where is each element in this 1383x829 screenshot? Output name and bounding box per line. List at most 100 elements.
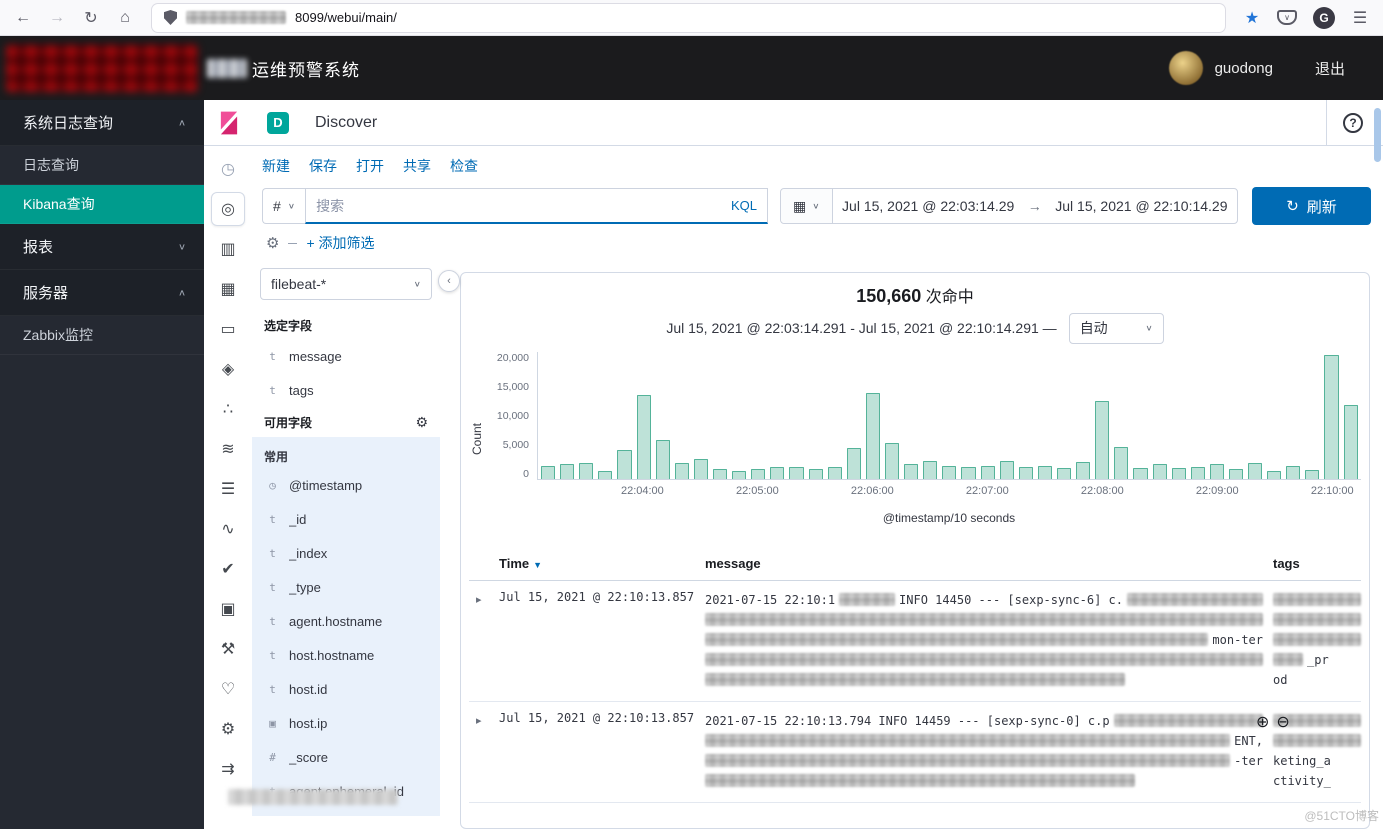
query-field-menu[interactable]: # ∨ <box>262 188 305 224</box>
histogram-bar[interactable] <box>942 466 956 479</box>
histogram-bar[interactable] <box>770 467 784 479</box>
histogram-bar[interactable] <box>1038 466 1052 479</box>
histogram-bar[interactable] <box>675 463 689 480</box>
histogram-bar[interactable] <box>828 467 842 479</box>
tags-column-header[interactable]: tags <box>1273 556 1361 571</box>
histogram-bar[interactable] <box>1095 401 1109 479</box>
menu-new[interactable]: 新建 <box>262 156 290 176</box>
histogram-bar[interactable] <box>809 469 823 479</box>
url-bar[interactable]: 8099/webui/main/ <box>152 4 1225 32</box>
menu-share[interactable]: 共享 <box>403 156 431 176</box>
back-icon[interactable]: ← <box>6 9 40 27</box>
menu-hamburger-icon[interactable]: ☰ <box>1343 8 1377 28</box>
home-icon[interactable]: ⌂ <box>108 9 142 27</box>
uptime-icon[interactable]: ✔ <box>211 552 245 586</box>
sidebar-item-kibana-query[interactable]: Kibana查询 <box>0 185 204 224</box>
histogram-bar[interactable] <box>1076 462 1090 479</box>
histogram-bar[interactable] <box>637 395 651 479</box>
maps-icon[interactable]: ◈ <box>211 352 245 386</box>
logs-icon[interactable]: ☰ <box>211 472 245 506</box>
profile-avatar[interactable]: G <box>1313 7 1335 29</box>
zoom-out-icon[interactable]: ⊖ <box>1276 712 1289 732</box>
histogram-bar[interactable] <box>961 467 975 479</box>
field-item-host.hostname[interactable]: thost.hostname <box>252 638 440 672</box>
histogram-bar[interactable] <box>579 463 593 479</box>
refresh-button[interactable]: ↻ 刷新 <box>1252 187 1371 225</box>
histogram-bar[interactable] <box>1344 405 1358 479</box>
histogram-bar[interactable] <box>1248 463 1262 479</box>
metrics-icon[interactable]: ≋ <box>211 432 245 466</box>
collapse-sidebar-button[interactable]: ‹ <box>438 270 460 292</box>
field-settings-gear-icon[interactable]: ⚙ <box>415 414 428 431</box>
security-icon[interactable]: ▣ <box>211 592 245 626</box>
field-item-host.ip[interactable]: ▣host.ip <box>252 706 440 740</box>
histogram-bar[interactable] <box>923 461 937 479</box>
expand-row-icon[interactable]: ▸ <box>469 715 482 727</box>
date-menu-button[interactable]: ▦ ∨ <box>781 189 833 223</box>
histogram-bar[interactable] <box>1210 464 1224 479</box>
histogram-bar[interactable] <box>981 466 995 479</box>
machine-learning-icon[interactable]: ∴ <box>211 392 245 426</box>
sidebar-item-zabbix-monitor[interactable]: Zabbix监控 <box>0 316 204 355</box>
field-item-_type[interactable]: t_type <box>252 570 440 604</box>
histogram-bar[interactable] <box>1057 468 1071 479</box>
time-from[interactable]: Jul 15, 2021 @ 22:03:14.29 <box>833 198 1024 214</box>
recent-icon[interactable]: ◷ <box>211 152 245 186</box>
histogram-bar[interactable] <box>1133 468 1147 479</box>
filter-settings-gear-icon[interactable]: ⚙ <box>266 234 279 252</box>
time-to[interactable]: Jul 15, 2021 @ 22:10:14.29 <box>1046 198 1237 214</box>
dashboard-icon[interactable]: ▦ <box>211 272 245 306</box>
index-pattern-select[interactable]: filebeat-* ∨ <box>260 268 432 300</box>
histogram-bar[interactable] <box>1172 468 1186 479</box>
search-input[interactable] <box>316 198 723 214</box>
histogram-bar[interactable] <box>694 459 708 479</box>
bookmark-star-icon[interactable]: ★ <box>1235 8 1269 28</box>
shield-icon[interactable] <box>164 10 177 25</box>
field-item-_score[interactable]: #_score <box>252 740 440 774</box>
logout-link[interactable]: 退出 <box>1315 58 1345 79</box>
histogram-bar[interactable] <box>1000 461 1014 479</box>
menu-inspect[interactable]: 检查 <box>450 156 478 176</box>
sidebar-item-system-log-query[interactable]: 系统日志查询∧ <box>0 100 204 146</box>
add-filter-link[interactable]: + 添加筛选 <box>306 233 374 253</box>
kibana-logo[interactable] <box>216 110 242 136</box>
reload-icon[interactable]: ↻ <box>74 8 108 28</box>
collapse-nav-icon[interactable]: ⇉ <box>211 752 245 786</box>
field-item-tags[interactable]: ttags <box>252 373 440 407</box>
histogram-bar[interactable] <box>541 466 555 479</box>
field-item-message[interactable]: tmessage <box>252 339 440 373</box>
discover-icon[interactable]: ◎ <box>211 192 245 226</box>
histogram-bar[interactable] <box>1305 470 1319 479</box>
message-column-header[interactable]: message <box>705 556 1273 571</box>
histogram-bar[interactable] <box>1229 469 1243 479</box>
menu-open[interactable]: 打开 <box>356 156 384 176</box>
zoom-in-icon[interactable]: ⊕ <box>1256 712 1269 732</box>
histogram-bar[interactable] <box>1286 466 1300 479</box>
interval-select[interactable]: 自动 ∨ <box>1069 313 1164 344</box>
field-item-agent.hostname[interactable]: tagent.hostname <box>252 604 440 638</box>
histogram-bar[interactable] <box>617 450 631 479</box>
histogram-bar[interactable] <box>598 471 612 479</box>
monitoring-icon[interactable]: ♡ <box>211 672 245 706</box>
histogram-bar[interactable] <box>1153 464 1167 479</box>
menu-save[interactable]: 保存 <box>309 156 337 176</box>
expand-row-icon[interactable]: ▸ <box>469 594 482 606</box>
time-column-header[interactable]: Time▼ <box>499 556 705 571</box>
sidebar-item-reports[interactable]: 报表∨ <box>0 224 204 270</box>
sidebar-item-log-query[interactable]: 日志查询 <box>0 146 204 185</box>
apm-icon[interactable]: ∿ <box>211 512 245 546</box>
forward-icon[interactable]: → <box>40 9 74 27</box>
histogram-bar[interactable] <box>751 469 765 479</box>
management-icon[interactable]: ⚙ <box>211 712 245 746</box>
user-avatar[interactable] <box>1169 51 1203 85</box>
histogram-bar[interactable] <box>713 469 727 479</box>
help-icon[interactable]: ? <box>1343 113 1363 133</box>
histogram-bar[interactable] <box>866 393 880 479</box>
field-item-host.id[interactable]: thost.id <box>252 672 440 706</box>
histogram-bar[interactable] <box>1191 467 1205 479</box>
histogram-bar[interactable] <box>904 464 918 479</box>
histogram-bar[interactable] <box>1019 467 1033 479</box>
dev-tools-icon[interactable]: ⚒ <box>211 632 245 666</box>
histogram-bar[interactable] <box>847 448 861 479</box>
histogram-bar[interactable] <box>885 443 899 479</box>
